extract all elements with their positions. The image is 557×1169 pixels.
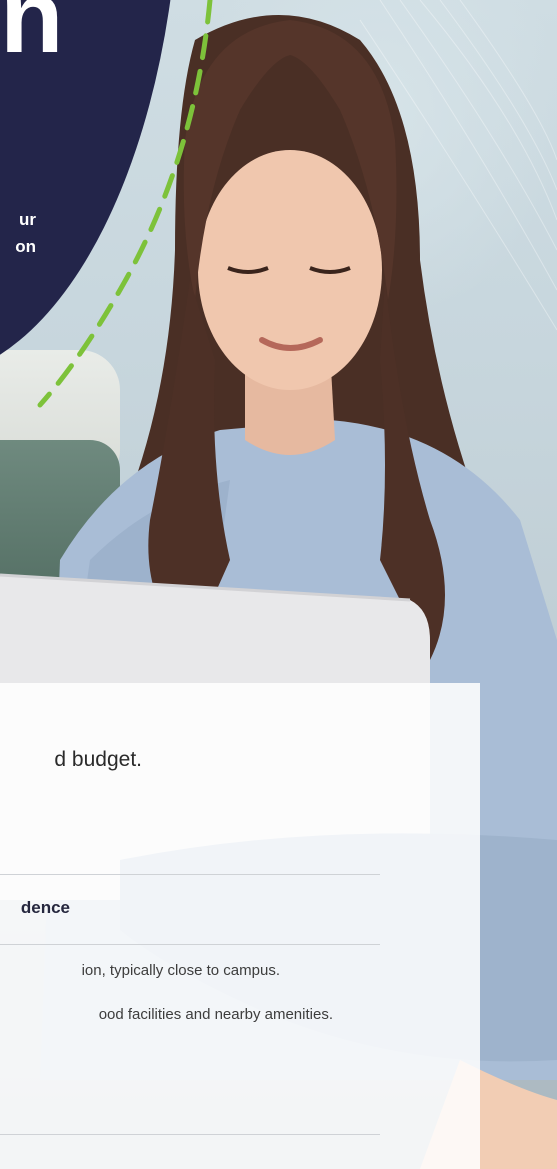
hero-subtitle-line: on bbox=[15, 237, 36, 256]
divider bbox=[0, 1134, 380, 1135]
card-subheading: d budget. bbox=[54, 748, 142, 771]
page: n ur on d budget. dence ion, typically c… bbox=[0, 0, 557, 1169]
description-line: ood facilities and nearby amenities. bbox=[98, 1006, 333, 1023]
hero-headline: n bbox=[0, 0, 64, 75]
divider bbox=[0, 944, 380, 945]
hero-subtitle: ur on bbox=[0, 206, 36, 260]
description-line: ion, typically close to campus. bbox=[81, 962, 280, 979]
divider bbox=[0, 874, 380, 875]
hero-subtitle-line: ur bbox=[19, 210, 36, 229]
accommodation-type-title[interactable]: dence bbox=[0, 898, 70, 918]
